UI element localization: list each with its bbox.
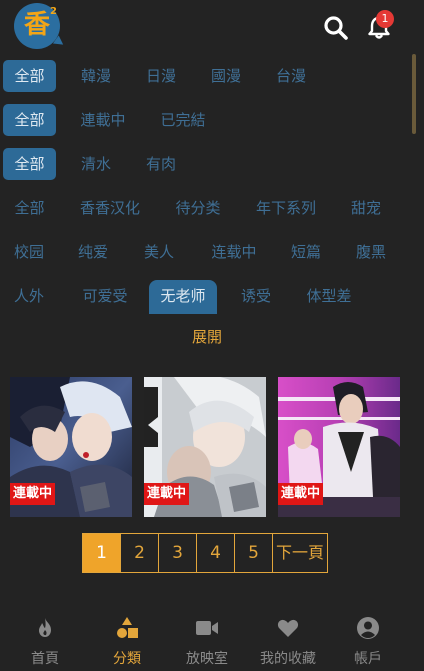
tab-account[interactable]: 帳戶 bbox=[327, 606, 409, 671]
tag-chip[interactable]: 体型差 bbox=[301, 280, 357, 312]
tag-chip[interactable]: 短篇 bbox=[286, 236, 326, 268]
tag-chip[interactable]: 诱受 bbox=[235, 280, 277, 312]
scrollbar[interactable] bbox=[412, 54, 416, 134]
status-badge: 連載中 bbox=[144, 483, 190, 505]
category-page: 香 2 1 全部 韓漫 日漫 國漫 台漫 全部 連載中 已完結 全部 清水 有肉… bbox=[0, 0, 424, 671]
tag-chip[interactable]: 校园 bbox=[9, 236, 49, 268]
tag-chip[interactable]: 待分类 bbox=[163, 192, 233, 224]
comic-card[interactable]: 連載中 bbox=[144, 377, 266, 517]
rating-chip-all[interactable]: 全部 bbox=[3, 148, 56, 180]
tab-categories[interactable]: 分類 bbox=[86, 606, 168, 671]
tag-chip[interactable]: 年下系列 bbox=[251, 192, 321, 224]
pagination: 1 2 3 4 5 下一頁 bbox=[82, 533, 328, 573]
tab-theater[interactable]: 放映室 bbox=[166, 606, 248, 671]
page-button-4[interactable]: 4 bbox=[196, 533, 235, 573]
filter-row-rating: 全部 清水 有肉 bbox=[3, 148, 408, 182]
heart-icon bbox=[277, 619, 299, 637]
next-page-button[interactable]: 下一頁 bbox=[272, 533, 328, 573]
expand-button[interactable]: 展開 bbox=[0, 326, 414, 347]
tag-chip[interactable]: 腹黑 bbox=[351, 236, 391, 268]
rating-chip-clean[interactable]: 清水 bbox=[69, 148, 123, 180]
app-header: 香 2 1 bbox=[0, 0, 424, 52]
comic-card[interactable]: 連載中 bbox=[10, 377, 132, 517]
notification-badge: 1 bbox=[376, 10, 394, 28]
tag-chip[interactable]: 人外 bbox=[9, 280, 49, 312]
flame-icon bbox=[39, 618, 51, 637]
tag-chip[interactable]: 美人 bbox=[139, 236, 179, 268]
search-button[interactable] bbox=[322, 14, 350, 42]
status-chip-ongoing[interactable]: 連載中 bbox=[69, 104, 137, 136]
logo-superscript: 2 bbox=[50, 6, 57, 17]
tag-chip[interactable]: 香香汉化 bbox=[75, 192, 145, 224]
tab-label: 放映室 bbox=[186, 651, 228, 667]
page-button-1[interactable]: 1 bbox=[82, 533, 121, 573]
rating-chip-mature[interactable]: 有肉 bbox=[134, 148, 188, 180]
user-circle-icon bbox=[357, 617, 379, 639]
tag-chip[interactable]: 可爱受 bbox=[75, 280, 135, 312]
tab-label: 帳戶 bbox=[354, 651, 382, 667]
tag-chip[interactable]: 连载中 bbox=[204, 236, 264, 268]
tab-home[interactable]: 首頁 bbox=[4, 606, 86, 671]
filter-row-status: 全部 連載中 已完結 bbox=[3, 104, 408, 138]
status-chip-all[interactable]: 全部 bbox=[3, 104, 56, 136]
page-button-3[interactable]: 3 bbox=[158, 533, 197, 573]
region-chip-korean[interactable]: 韓漫 bbox=[69, 60, 123, 92]
tag-chip[interactable]: 甜宠 bbox=[343, 192, 389, 224]
region-chip-japanese[interactable]: 日漫 bbox=[134, 60, 188, 92]
region-chip-taiwan[interactable]: 台漫 bbox=[264, 60, 318, 92]
comic-card[interactable]: 連載中 bbox=[278, 377, 400, 517]
search-icon bbox=[324, 16, 348, 40]
filter-row-tags-1: 全部 香香汉化 待分类 年下系列 甜宠 bbox=[3, 192, 408, 226]
tab-label: 我的收藏 bbox=[260, 651, 316, 667]
tag-chip[interactable]: 纯爱 bbox=[73, 236, 113, 268]
tag-chip[interactable]: 全部 bbox=[3, 192, 56, 224]
status-chip-completed[interactable]: 已完結 bbox=[149, 104, 217, 136]
shapes-icon bbox=[117, 617, 138, 638]
region-chip-chinese[interactable]: 國漫 bbox=[199, 60, 253, 92]
tag-chip-selected[interactable]: 无老师 bbox=[149, 280, 217, 314]
comic-grid: 連載中 連載中 連載中 bbox=[10, 377, 410, 517]
status-badge: 連載中 bbox=[278, 483, 324, 505]
tab-label: 分類 bbox=[113, 651, 141, 667]
page-button-5[interactable]: 5 bbox=[234, 533, 273, 573]
filter-row-region: 全部 韓漫 日漫 國漫 台漫 bbox=[3, 60, 408, 94]
page-button-2[interactable]: 2 bbox=[120, 533, 159, 573]
tab-label: 首頁 bbox=[31, 651, 59, 667]
filter-row-tags-3: 人外 可爱受 无老师 诱受 体型差 bbox=[3, 280, 408, 314]
video-camera-icon bbox=[196, 621, 218, 635]
region-chip-all[interactable]: 全部 bbox=[3, 60, 56, 92]
bottom-tab-bar: 首頁 分類 放映室 我的收藏 帳戶 bbox=[0, 606, 424, 671]
tab-favorites[interactable]: 我的收藏 bbox=[247, 606, 329, 671]
app-logo[interactable]: 香 2 bbox=[14, 3, 67, 49]
filter-row-tags-2: 校园 纯爱 美人 连载中 短篇 腹黑 bbox=[3, 236, 408, 270]
status-badge: 連載中 bbox=[10, 483, 56, 505]
